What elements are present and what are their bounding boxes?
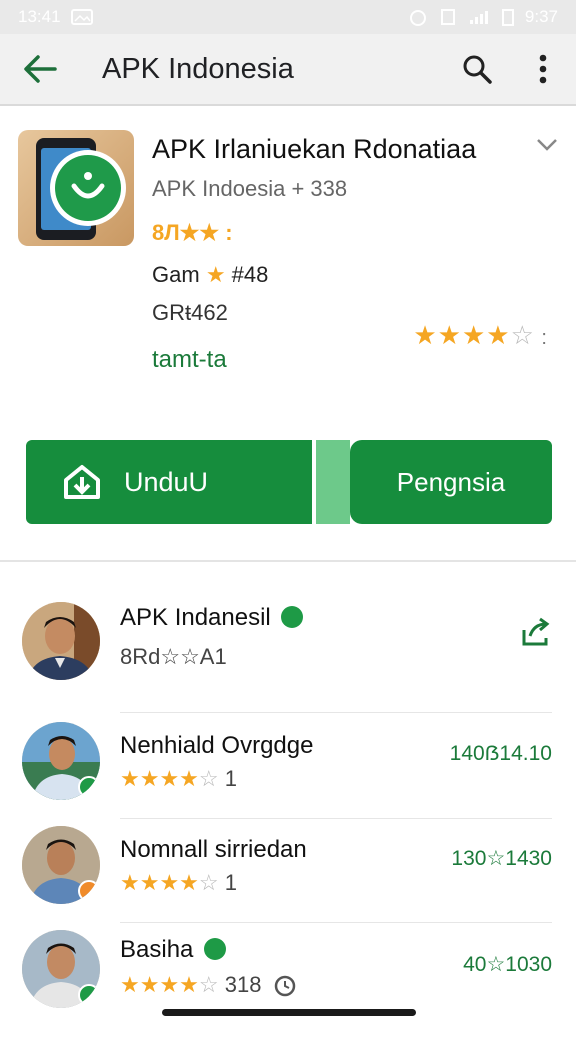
phone-app-logo-icon (18, 130, 134, 246)
list-item[interactable]: Nomnall sirriedan ★★★★☆ 1 130☆1430 (0, 826, 576, 936)
review-author-name: Basiha (120, 936, 193, 963)
verified-icon (281, 606, 303, 628)
avatar (22, 826, 100, 904)
install-button[interactable]: UnduU (26, 440, 312, 524)
avatar (22, 602, 100, 680)
review-author-name: APK Indanesil (120, 604, 271, 631)
notification-icon (71, 9, 93, 25)
star-empty-icon: ☆ (199, 766, 219, 791)
action-buttons: UnduU Pengnsia (26, 440, 552, 524)
verified-icon (204, 938, 226, 960)
star-filled-icon: ★★★★ (413, 320, 510, 350)
badge-icon (78, 776, 100, 798)
star-empty-icon: ☆ (511, 320, 535, 350)
signal-icon (469, 9, 491, 25)
chevron-down-icon[interactable] (536, 138, 558, 152)
person-photo-icon (22, 602, 100, 680)
avatar (22, 722, 100, 800)
review-meta: 8Rd☆☆A1 (120, 644, 227, 670)
star-filled-icon: ★★★★ (120, 972, 199, 997)
app-icon[interactable] (18, 130, 134, 246)
app-tag: tamt-ta (152, 346, 227, 374)
badge-icon (78, 984, 100, 1006)
star-empty-icon: ☆ (199, 870, 219, 895)
rating-text: 8Л (152, 220, 180, 245)
status-time-right: 9:37 (525, 7, 558, 27)
open-label: Pengnsia (397, 467, 505, 498)
category-label: Gam (152, 262, 200, 287)
review-author: APK Indanesil (120, 604, 303, 632)
home-indicator[interactable] (162, 1009, 416, 1016)
list-item[interactable]: APK Indanesil 8Rd☆☆A1 (0, 598, 576, 708)
category-star-icon: ★ (206, 262, 226, 287)
vibrate-icon (436, 9, 460, 25)
app-title: APK Irlaniuekan Rdonatiaa (152, 134, 522, 165)
button-divider (316, 440, 350, 524)
app-star-rating: ★★★★☆ : (413, 320, 548, 351)
star-filled-icon: ★★★★ (120, 766, 199, 791)
review-author-name: Nomnall sirriedan (120, 836, 307, 864)
review-meta-right: 130☆1430 (451, 846, 552, 871)
row-separator (120, 712, 552, 713)
review-author: Basiha (120, 936, 226, 964)
clock-icon (274, 975, 296, 997)
battery-icon (500, 8, 516, 26)
app-category: Gam ★ #48 (152, 262, 268, 288)
status-time: 13:41 (18, 7, 61, 27)
review-count: 318 (225, 972, 262, 997)
list-item[interactable]: Nenhiald Ovrgdge ★★★★☆ 1 140ẞ14.10 (0, 722, 576, 832)
share-icon[interactable] (520, 616, 552, 648)
review-count: 1 (225, 870, 237, 895)
alarm-icon (409, 8, 427, 26)
review-meta-right: 140ẞ14.10 (450, 742, 552, 766)
app-toolbar: APK Indonesia (0, 34, 576, 106)
arrow-back-icon (23, 54, 57, 84)
search-button[interactable] (444, 33, 510, 105)
review-author-name: Nenhiald Ovrgdge (120, 732, 313, 760)
row-separator (120, 922, 552, 923)
review-count: 1 (225, 766, 237, 791)
app-developer[interactable]: APK Indoesia + 338 (152, 176, 347, 202)
review-rating: ★★★★☆ 318 (120, 972, 296, 998)
star-more-icon: : (535, 327, 548, 349)
more-options-button[interactable] (510, 33, 576, 105)
badge-icon (78, 880, 100, 902)
more-vert-icon (539, 54, 547, 84)
app-size: GRŧ462 (152, 300, 228, 326)
status-bar: 13:41 9:37 (0, 0, 576, 34)
row-separator (120, 818, 552, 819)
install-label: UnduU (124, 467, 208, 498)
star-empty-icon: ☆ (199, 972, 219, 997)
app-detail-card: APK Irlaniuekan Rdonatiaa APK Indoesia +… (0, 106, 576, 436)
section-divider (0, 560, 576, 562)
category-value: #48 (232, 262, 269, 287)
developer-name: APK Indoesia (152, 176, 285, 201)
review-meta-right: 40☆1030 (463, 952, 552, 977)
open-button[interactable]: Pengnsia (350, 440, 552, 524)
developer-count: + 338 (291, 176, 347, 201)
review-rating: ★★★★☆ 1 (120, 766, 237, 792)
avatar (22, 930, 100, 1008)
app-rating: 8Л★★ : (152, 220, 233, 246)
status-left: 13:41 (18, 7, 93, 27)
rating-stars-icon: ★★ : (180, 220, 233, 245)
download-home-icon (62, 464, 102, 500)
status-right: 9:37 (409, 7, 558, 27)
toolbar-title: APK Indonesia (80, 53, 444, 86)
star-filled-icon: ★★★★ (120, 870, 199, 895)
back-button[interactable] (0, 33, 80, 105)
search-icon (462, 54, 492, 84)
review-rating: ★★★★☆ 1 (120, 870, 237, 896)
